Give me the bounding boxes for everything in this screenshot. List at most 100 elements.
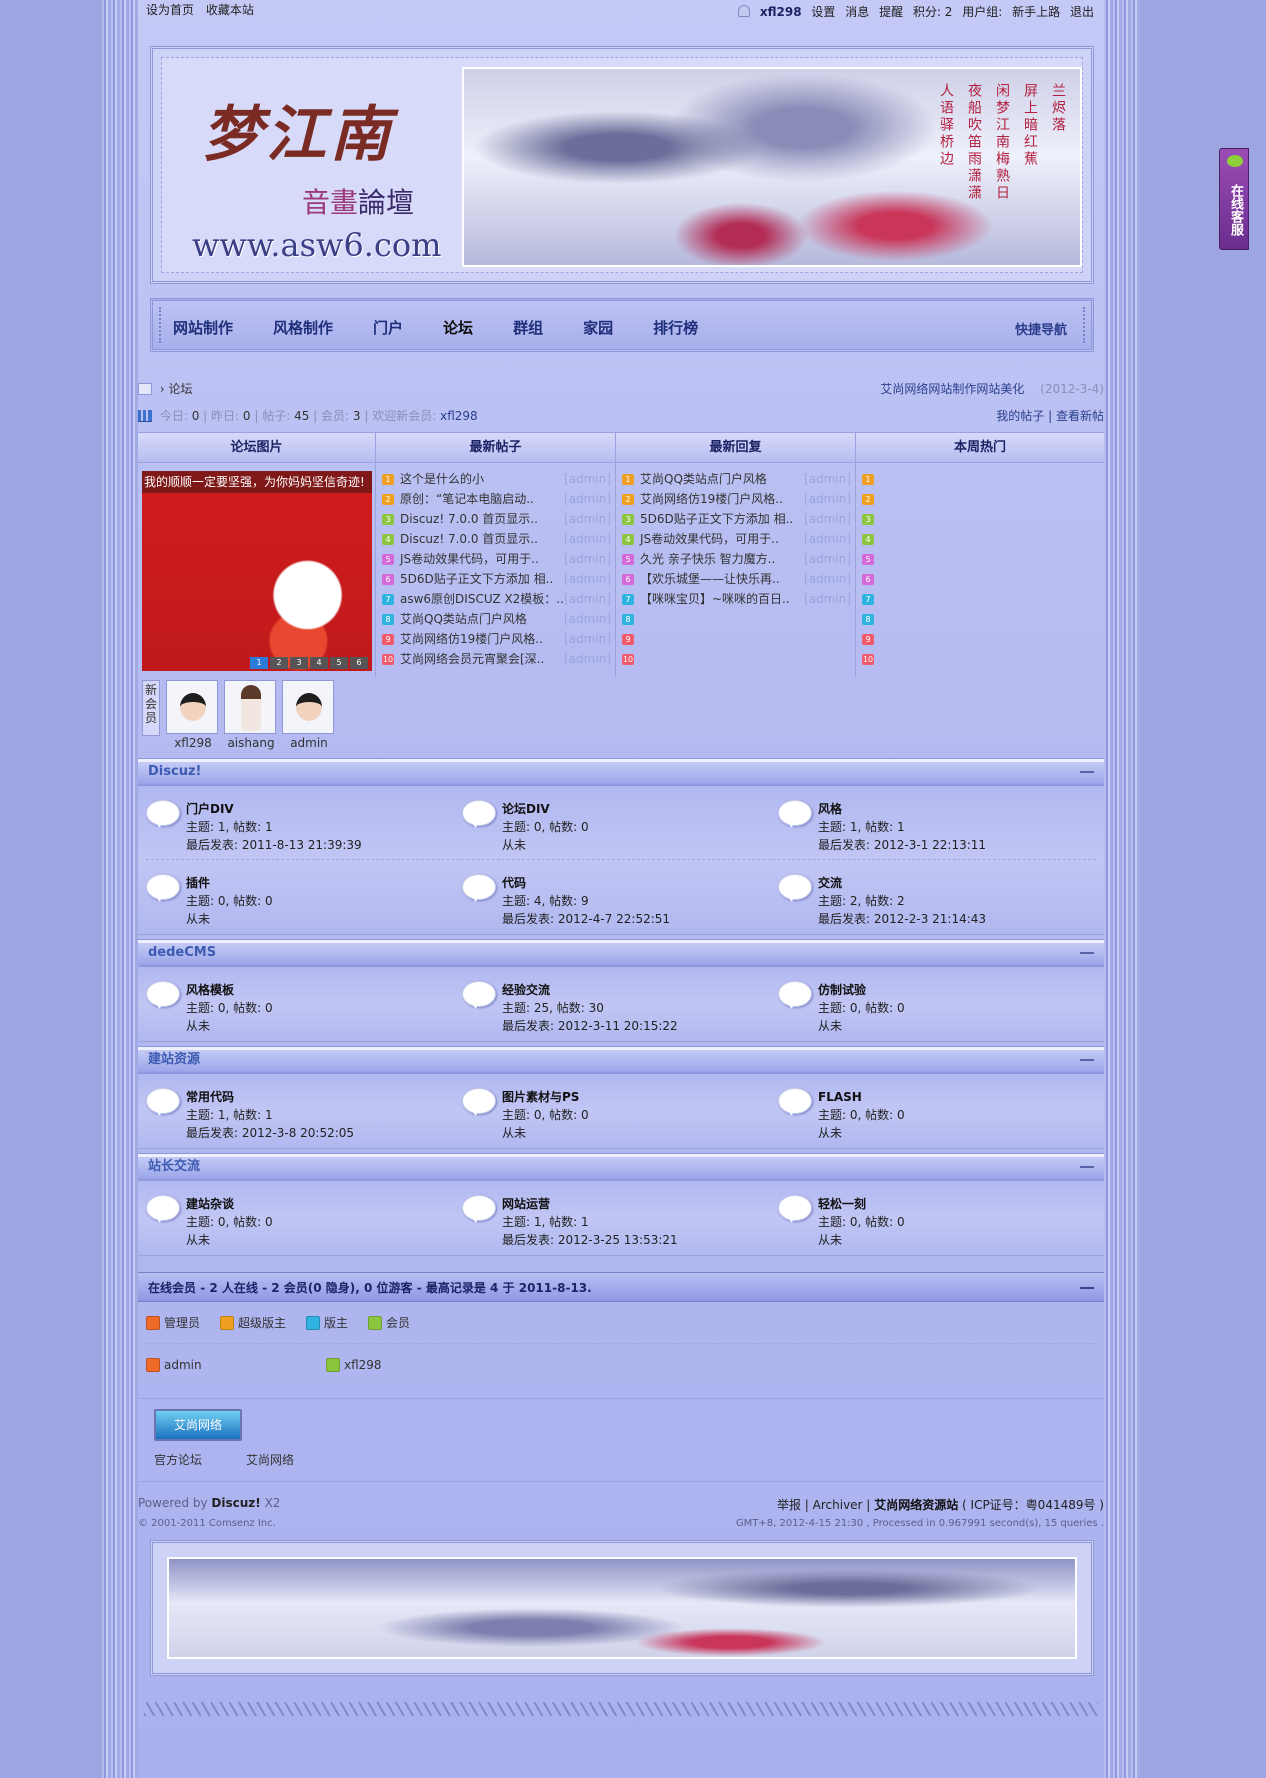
forum-name-link[interactable]: 常用代码 <box>186 1088 462 1106</box>
list-item[interactable]: 3 5D6D贴子正文下方添加 相.. [admin] <box>622 509 851 529</box>
thread-title-link[interactable]: 原创：“笔记本电脑启动.. <box>400 492 534 506</box>
logout-link[interactable]: 退出 <box>1070 5 1094 19</box>
list-item[interactable]: 8 <box>862 609 1100 629</box>
thread-author-link[interactable]: [admin] <box>564 629 611 649</box>
online-service-tab[interactable]: 在线客服 <box>1219 148 1249 250</box>
forum-last-post[interactable]: 从未 <box>502 1124 778 1142</box>
forum-last-post[interactable]: 从未 <box>818 1124 1094 1142</box>
thread-author-link[interactable]: [admin] <box>804 529 851 549</box>
thread-author-link[interactable]: [admin] <box>564 589 611 609</box>
friend-link[interactable]: 艾尚网络 <box>246 1451 294 1468</box>
collapse-icon[interactable] <box>1080 1059 1094 1061</box>
thread-author-link[interactable]: [admin] <box>804 469 851 489</box>
set-homepage-link[interactable]: 设为首页 <box>146 3 194 17</box>
slide-page[interactable]: 4 <box>310 657 328 669</box>
list-item[interactable]: 9 <box>622 629 851 649</box>
thread-author-link[interactable]: [admin] <box>564 649 611 669</box>
nav-item-home[interactable]: 家园 <box>583 317 613 338</box>
nav-item-website[interactable]: 网站制作 <box>173 317 233 338</box>
thread-title-link[interactable]: Discuz! 7.0.0 首页显示.. <box>400 532 538 546</box>
forum-last-post[interactable]: 从未 <box>186 910 462 928</box>
thread-author-link[interactable]: [admin] <box>804 489 851 509</box>
forum-last-post[interactable]: 从未 <box>818 1231 1094 1249</box>
forum-name-link[interactable]: 建站杂谈 <box>186 1195 462 1213</box>
list-item[interactable]: 9 艾尚网络仿19楼门户风格.. [admin] <box>382 629 611 649</box>
powered-brand-link[interactable]: Discuz! <box>211 1496 260 1510</box>
forum-name-link[interactable]: 风格模板 <box>186 981 462 999</box>
avatar[interactable] <box>282 680 334 734</box>
forum-name-link[interactable]: 轻松一刻 <box>818 1195 1094 1213</box>
friend-link[interactable]: 官方论坛 <box>154 1451 202 1468</box>
list-item[interactable]: 1 艾尚QQ类站点门户风格 [admin] <box>622 469 851 489</box>
thread-title-link[interactable]: 久光 亲子快乐 智力魔方.. <box>640 552 775 566</box>
member-card[interactable]: admin <box>282 680 336 750</box>
list-item[interactable]: 5 <box>862 549 1100 569</box>
thread-title-link[interactable]: 5D6D贴子正文下方添加 相.. <box>640 512 793 526</box>
category-title[interactable]: 站长交流 <box>148 1159 200 1174</box>
forum-name-link[interactable]: 门户DIV <box>186 800 462 818</box>
forum-last-post[interactable]: 从未 <box>186 1231 462 1249</box>
thread-title-link[interactable]: asw6原创DISCUZ X2模板：.. <box>400 592 564 606</box>
thread-title-link[interactable]: 艾尚QQ类站点门户风格 <box>400 612 527 626</box>
forum-name-link[interactable]: 论坛DIV <box>502 800 778 818</box>
icp-number[interactable]: ( ICP证号：粤041489号 ) <box>962 1498 1104 1512</box>
settings-link[interactable]: 设置 <box>811 5 835 19</box>
bookmark-link[interactable]: 收藏本站 <box>206 3 254 17</box>
thread-author-link[interactable]: [admin] <box>804 589 851 609</box>
thread-author-link[interactable]: [admin] <box>804 549 851 569</box>
slideshow[interactable]: 我的顺顺一定要坚强，为你妈妈坚信奇迹! 1 2 3 4 5 6 <box>142 471 372 671</box>
forum-name-link[interactable]: 经验交流 <box>502 981 778 999</box>
points-link[interactable]: 积分: 2 <box>913 5 953 19</box>
slide-page[interactable]: 5 <box>330 657 348 669</box>
forum-last-post[interactable]: 最后发表: 2012-4-7 22:52:51 <box>502 910 778 928</box>
thread-title-link[interactable]: 艾尚网络会员元宵聚会[深.. <box>400 652 544 666</box>
thread-author-link[interactable]: [admin] <box>564 549 611 569</box>
thread-title-link[interactable]: Discuz! 7.0.0 首页显示.. <box>400 512 538 526</box>
thread-title-link[interactable]: 这个是什么的小 <box>400 472 484 486</box>
partner-logo[interactable]: 艾尚网络 <box>154 1409 242 1441</box>
list-item[interactable]: 2 <box>862 489 1100 509</box>
slideshow-caption[interactable]: 我的顺顺一定要坚强，为你妈妈坚信奇迹! <box>142 471 372 493</box>
list-item[interactable]: 3 <box>862 509 1100 529</box>
thread-title-link[interactable]: 艾尚网络仿19楼门户风格.. <box>640 492 783 506</box>
nav-item-forum[interactable]: 论坛 <box>443 317 473 338</box>
forum-last-post[interactable]: 从未 <box>818 1017 1094 1035</box>
forum-name-link[interactable]: 网站运营 <box>502 1195 778 1213</box>
category-header[interactable]: 站长交流 <box>138 1153 1104 1181</box>
list-item[interactable]: 10 <box>862 649 1100 669</box>
category-title[interactable]: dedeCMS <box>148 945 216 960</box>
forum-last-post[interactable]: 最后发表: 2012-2-3 21:14:43 <box>818 910 1094 928</box>
thread-title-link[interactable]: 艾尚网络仿19楼门户风格.. <box>400 632 543 646</box>
list-item[interactable]: 8 艾尚QQ类站点门户风格 [admin] <box>382 609 611 629</box>
member-name[interactable]: xfl298 <box>166 736 220 750</box>
avatar[interactable] <box>224 680 276 734</box>
category-title[interactable]: Discuz! <box>148 764 201 779</box>
forum-name-link[interactable]: 仿制试验 <box>818 981 1094 999</box>
thread-title-link[interactable]: 艾尚QQ类站点门户风格 <box>640 472 767 486</box>
thread-title-link[interactable]: JS卷动效果代码，可用于.. <box>400 552 539 566</box>
newest-member-link[interactable]: xfl298 <box>440 409 478 423</box>
list-item[interactable]: 6 <box>862 569 1100 589</box>
forum-last-post[interactable]: 最后发表: 2012-3-25 13:53:21 <box>502 1231 778 1249</box>
forum-last-post[interactable]: 最后发表: 2012-3-1 22:13:11 <box>818 836 1094 854</box>
list-item[interactable]: 5 JS卷动效果代码，可用于.. [admin] <box>382 549 611 569</box>
member-name[interactable]: aishang <box>224 736 278 750</box>
list-item[interactable]: 2 原创：“笔记本电脑启动.. [admin] <box>382 489 611 509</box>
forum-name-link[interactable]: 插件 <box>186 874 462 892</box>
online-header[interactable]: 在线会员 - 2 人在线 - 2 会员(0 隐身), 0 位游客 - 最高记录是… <box>138 1272 1104 1302</box>
breadcrumb-current[interactable]: 论坛 <box>168 382 192 396</box>
report-archiver-links[interactable]: 举报 | Archiver | <box>777 1498 870 1512</box>
thread-author-link[interactable]: [admin] <box>564 569 611 589</box>
thread-author-link[interactable]: [admin] <box>564 609 611 629</box>
list-item[interactable]: 9 <box>862 629 1100 649</box>
thread-author-link[interactable]: [admin] <box>564 489 611 509</box>
thread-title-link[interactable]: 【咪咪宝贝】~咪咪的百日.. <box>640 592 790 606</box>
slide-page[interactable]: 6 <box>350 657 368 669</box>
usergroup-link[interactable]: 新手上路 <box>1012 5 1060 19</box>
my-posts-link[interactable]: 我的帖子 <box>996 409 1044 423</box>
list-item[interactable]: 7 asw6原创DISCUZ X2模板：.. [admin] <box>382 589 611 609</box>
thread-title-link[interactable]: 【欢乐城堡——让快乐再.. <box>640 572 780 586</box>
forum-name-link[interactable]: 风格 <box>818 800 1094 818</box>
category-header[interactable]: dedeCMS <box>138 939 1104 967</box>
site-logo[interactable]: 梦江南 音畫論壇 www.asw6.com <box>182 76 442 276</box>
